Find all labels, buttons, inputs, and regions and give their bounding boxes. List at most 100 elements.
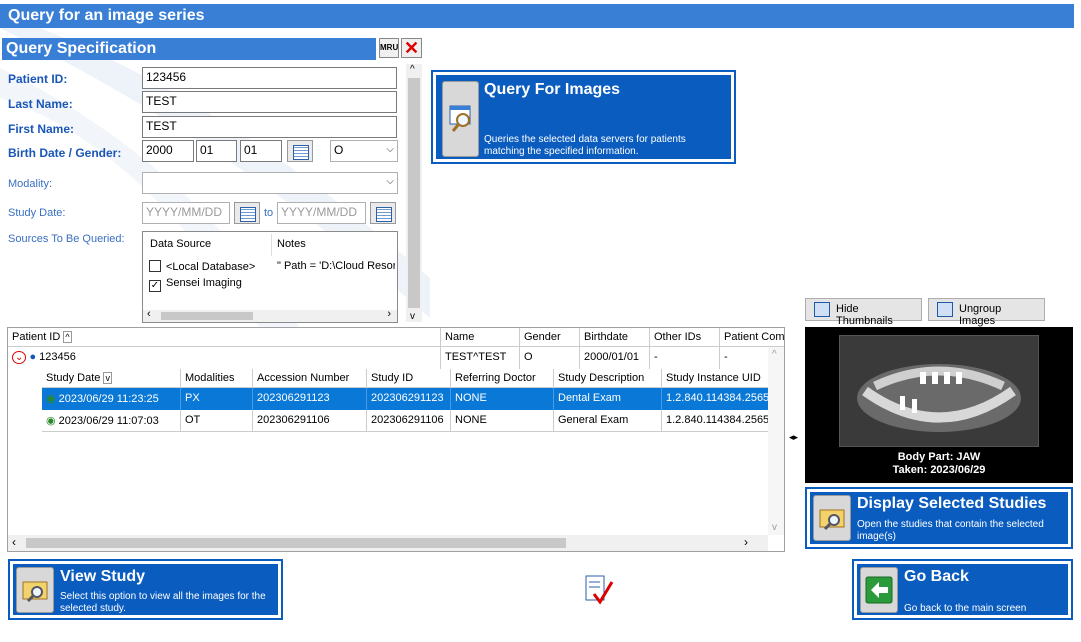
study-description-value: Dental Exam [554, 388, 662, 410]
collapse-icon[interactable]: ⌄ [12, 351, 27, 364]
scroll-right-icon[interactable]: › [387, 308, 391, 320]
birth-month-input[interactable]: 01 [196, 140, 237, 162]
close-icon[interactable]: ✕ [401, 38, 422, 58]
birthdate-column-header[interactable]: Birthdate [580, 328, 650, 347]
notes-column-header[interactable]: Notes [277, 238, 306, 250]
view-study-button[interactable]: View Study Select this option to view al… [8, 559, 283, 620]
display-button-desc: Open the studies that contain the select… [857, 519, 1044, 542]
last-name-label: Last Name: [8, 97, 73, 111]
study-date-from-input[interactable]: YYYY/MM/DD [142, 202, 230, 224]
study-modalities-value: OT [181, 410, 253, 432]
birth-year-input[interactable]: 2000 [142, 140, 194, 162]
study-accession-value: 202306291123 [253, 388, 367, 410]
patient-comments-value: - [724, 351, 728, 363]
ungroup-icon [937, 302, 953, 317]
scroll-left-icon[interactable]: ‹ [147, 308, 151, 320]
thumbnail-body-part: Body Part: JAW [897, 451, 981, 463]
view-study-desc: Select this option to view all the image… [60, 591, 266, 614]
scroll-down-icon[interactable]: v [410, 311, 415, 322]
query-button-desc: Queries the selected data servers for pa… [484, 134, 686, 157]
study-date-label: Study Date: [8, 207, 66, 219]
patient-other-ids-value: - [650, 347, 720, 369]
ungroup-images-button[interactable]: Ungroup Images [928, 298, 1045, 327]
first-name-input[interactable]: TEST [142, 116, 397, 138]
study-date-value: 2023/06/29 11:23:25 [58, 393, 159, 405]
display-selected-studies-button[interactable]: Display Selected Studies Open the studie… [805, 487, 1073, 549]
patient-study-grid[interactable]: Patient ID ^ Name Gender Birthdate Other… [7, 327, 785, 552]
scroll-up-icon[interactable]: ^ [772, 349, 777, 360]
patient-grid-header: Patient ID ^ Name Gender Birthdate Other… [8, 328, 784, 347]
chevron-down-icon: ⌵ [386, 144, 394, 155]
checkbox-checked-icon[interactable]: ✓ [149, 280, 161, 292]
scroll-up-icon[interactable]: ^ [410, 64, 415, 75]
other-ids-column-header[interactable]: Other IDs [650, 328, 720, 347]
grid-hscrollbar[interactable]: ‹ › [8, 535, 768, 551]
patient-id-input[interactable]: 123456 [142, 67, 397, 89]
study-id-value: 202306291123 [367, 388, 451, 410]
sources-list[interactable]: Data Source Notes <Local Database> " Pat… [142, 231, 398, 323]
modality-select[interactable]: ⌵ [142, 172, 398, 194]
sources-hscrollbar[interactable]: ‹ › [143, 308, 397, 322]
modalities-column-header[interactable]: Modalities [181, 369, 253, 388]
birth-day-input[interactable]: 01 [240, 140, 282, 162]
name-column-header[interactable]: Name [441, 328, 520, 347]
thumbnail-panel[interactable]: Body Part: JAW Taken: 2023/06/29 [805, 327, 1073, 483]
folder-search-icon [16, 567, 54, 613]
patient-id-column-header[interactable]: Patient ID ^ [8, 328, 441, 347]
study-date-column-header[interactable]: Study Date v [42, 369, 181, 388]
form-vscrollbar[interactable]: ^ v [406, 64, 422, 322]
hide-thumbnails-button[interactable]: Hide Thumbnails [805, 298, 922, 327]
study-date-to-input[interactable]: YYYY/MM/DD [277, 202, 366, 224]
last-name-input[interactable]: TEST [142, 91, 397, 113]
source-item[interactable]: ✓ Sensei Imaging [149, 277, 242, 292]
study-date-from-calendar-icon[interactable] [234, 202, 260, 224]
patient-comments-column-header[interactable]: Patient Comr [720, 328, 784, 347]
study-date-to-calendar-icon[interactable] [370, 202, 396, 224]
gender-select[interactable]: O ⌵ [330, 140, 398, 162]
study-doctor-value: NONE [451, 410, 554, 432]
study-uid-column-header[interactable]: Study Instance UID [662, 369, 768, 388]
study-row[interactable]: ◉ 2023/06/29 11:23:25 PX 202306291123 20… [42, 388, 768, 410]
query-icon [442, 81, 479, 157]
patient-id-label: Patient ID: [8, 72, 68, 86]
study-row[interactable]: ◉ 2023/06/29 11:07:03 OT 202306291106 20… [42, 410, 768, 432]
patient-birthdate-value: 2000/01/01 [580, 347, 650, 369]
patient-row[interactable]: ⌄ ● 123456 TEST^TEST O 2000/01/01 - - [8, 347, 784, 369]
scroll-down-icon[interactable]: v [772, 522, 777, 533]
source-name: Sensei Imaging [166, 277, 242, 289]
ungroup-images-label: Ungroup Images [959, 303, 1002, 327]
referring-doctor-column-header[interactable]: Referring Doctor [451, 369, 554, 388]
modality-label: Modality: [8, 178, 53, 190]
accession-column-header[interactable]: Accession Number [253, 369, 367, 388]
mru-button[interactable]: MRU [379, 38, 399, 58]
source-name: <Local Database> [166, 261, 256, 273]
scroll-left-icon[interactable]: ‹ [12, 535, 16, 549]
gender-column-header[interactable]: Gender [520, 328, 580, 347]
data-source-column-header[interactable]: Data Source [150, 238, 211, 250]
study-accession-value: 202306291106 [253, 410, 367, 432]
go-back-title: Go Back [904, 568, 969, 585]
study-globe-icon: ◉ [46, 415, 56, 427]
patient-id-value: 123456 [39, 351, 76, 363]
go-back-button[interactable]: Go Back Go back to the main screen [852, 559, 1073, 620]
study-globe-icon: ◉ [46, 393, 56, 405]
query-for-images-button[interactable]: Query For Images Queries the selected da… [431, 70, 736, 164]
source-item[interactable]: <Local Database> [149, 260, 255, 273]
window-title: Query for an image series [0, 4, 1074, 28]
study-grid-header: Study Date v Modalities Accession Number… [42, 369, 768, 388]
grid-vscrollbar[interactable]: ^ v [768, 347, 784, 535]
query-button-title: Query For Images [484, 81, 621, 98]
study-description-column-header[interactable]: Study Description [554, 369, 662, 388]
dental-xray-thumbnail[interactable] [839, 335, 1039, 447]
splitter-handle-icon[interactable]: ◂▸ [789, 432, 798, 443]
back-arrow-icon [860, 567, 898, 613]
study-date-to-label: to [264, 207, 274, 219]
sort-desc-icon[interactable]: v [103, 372, 112, 384]
study-id-column-header[interactable]: Study ID [367, 369, 451, 388]
checkbox-unchecked-icon[interactable] [149, 260, 161, 272]
checklist-icon[interactable] [584, 574, 614, 606]
birth-date-calendar-icon[interactable] [287, 140, 313, 162]
scroll-right-icon[interactable]: › [744, 535, 748, 549]
sort-asc-icon[interactable]: ^ [63, 331, 72, 343]
study-modalities-value: PX [181, 388, 253, 410]
